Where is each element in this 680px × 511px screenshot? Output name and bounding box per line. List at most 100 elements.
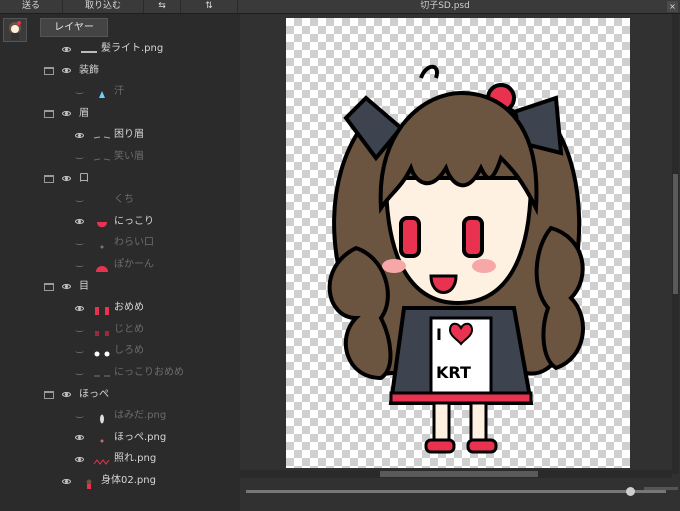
layer-thumb-icon xyxy=(86,479,92,489)
layer-label: 目 xyxy=(79,280,89,292)
swap-horizontal-button[interactable]: ⇆ xyxy=(144,0,181,13)
layer-label: ほっぺ.png xyxy=(114,431,167,443)
folder-icon[interactable] xyxy=(44,390,54,399)
shirt-text-i: I xyxy=(436,325,442,344)
eye-icon[interactable] xyxy=(62,176,71,182)
eye-icon[interactable] xyxy=(62,478,71,484)
eye-icon[interactable] xyxy=(62,392,71,398)
layer-label: くち xyxy=(114,194,134,206)
layer-label: 眉 xyxy=(79,107,89,119)
vertical-scrollbar[interactable] xyxy=(672,14,679,474)
layer-row[interactable]: おめめ xyxy=(75,297,144,319)
layer-label: 髪ライト.png xyxy=(101,43,164,54)
layer-label: ぽかーん xyxy=(114,259,154,270)
layer-label: 笑い眉 xyxy=(114,151,144,162)
layer-row[interactable]: にっこりおめめ xyxy=(75,362,184,384)
folder-icon[interactable] xyxy=(44,282,54,291)
close-button[interactable]: × xyxy=(667,1,678,12)
eye-closed-icon[interactable] xyxy=(75,155,84,159)
layer-row[interactable]: ほっぺ.png xyxy=(75,427,166,449)
file-title: 切子SD.psd xyxy=(420,1,470,11)
transparent-canvas[interactable]: I KRT xyxy=(286,18,630,468)
layer-label: 身体02.png xyxy=(101,475,156,486)
character-thumbnail-icon xyxy=(9,21,21,40)
layer-label: 汗 xyxy=(114,86,124,98)
eye-icon[interactable] xyxy=(62,284,71,290)
layer-thumb-icon xyxy=(100,245,104,249)
layer-row[interactable]: くち xyxy=(75,189,134,211)
layer-label: じとめ xyxy=(114,323,144,335)
layer-label: ほっぺ xyxy=(79,388,109,400)
import-button[interactable]: 取り込む xyxy=(63,0,144,13)
eye-closed-icon[interactable] xyxy=(75,263,84,267)
eye-icon[interactable] xyxy=(75,219,84,225)
layer-thumb-icon xyxy=(95,330,109,336)
layer-thumb-icon xyxy=(94,351,110,357)
eye-closed-icon[interactable] xyxy=(75,241,84,246)
horizontal-scroll-thumb[interactable] xyxy=(380,471,538,477)
layer-row[interactable]: 汗 xyxy=(75,81,124,103)
folder-icon[interactable] xyxy=(44,66,54,75)
eye-closed-icon[interactable] xyxy=(75,90,84,95)
layer-label: 照れ.png xyxy=(114,453,157,465)
vertical-scroll-thumb[interactable] xyxy=(673,174,678,294)
layer-row[interactable]: 髪ライト.png xyxy=(62,38,163,60)
top-toolbar: 送る 取り込む ⇆ ⇅ 切子SD.psd × xyxy=(0,0,680,14)
layer-thumb-icon xyxy=(97,221,107,228)
layer-row[interactable]: 笑い眉 xyxy=(75,146,144,168)
layer-folder-row[interactable]: 目 xyxy=(44,276,89,298)
horizontal-scrollbar[interactable] xyxy=(240,470,672,478)
layer-folder-row[interactable]: 口 xyxy=(44,168,89,190)
character-artwork: I KRT xyxy=(327,64,585,454)
zoom-slider-track-end xyxy=(644,487,678,490)
layer-row[interactable]: にっこり xyxy=(75,211,154,233)
eye-icon[interactable] xyxy=(75,456,84,462)
layer-thumb-icon xyxy=(100,414,104,424)
shirt-text-krt: KRT xyxy=(436,363,471,382)
zoom-slider[interactable] xyxy=(246,487,678,496)
layer-label: にっこりおめめ xyxy=(114,367,184,378)
folder-icon[interactable] xyxy=(44,109,54,118)
swap-vertical-button[interactable]: ⇅ xyxy=(181,0,238,13)
layer-row[interactable]: じとめ xyxy=(75,319,144,341)
layer-thumb-icon xyxy=(94,375,110,377)
eye-closed-icon[interactable] xyxy=(75,349,84,354)
layer-row[interactable]: しろめ xyxy=(75,340,144,362)
zoom-slider-knob[interactable] xyxy=(626,487,635,496)
eye-closed-icon[interactable] xyxy=(75,328,84,332)
layer-label: 装飾 xyxy=(79,64,99,76)
layer-thumb-icon xyxy=(93,136,111,139)
eye-icon[interactable] xyxy=(62,68,71,74)
eye-closed-icon[interactable] xyxy=(75,198,84,203)
layer-folder-row[interactable]: 装飾 xyxy=(44,60,99,82)
layer-thumb-icon xyxy=(93,158,111,161)
tab-layers[interactable]: レイヤー xyxy=(40,18,108,37)
eye-icon[interactable] xyxy=(75,132,84,138)
eye-closed-icon[interactable] xyxy=(75,371,84,375)
layer-thumb-icon xyxy=(81,51,97,53)
eye-icon[interactable] xyxy=(75,305,84,311)
layer-row[interactable]: 照れ.png xyxy=(75,448,156,470)
layer-label: 口 xyxy=(79,172,89,184)
layer-folder-row[interactable]: ほっぺ xyxy=(44,384,109,406)
send-button[interactable]: 送る xyxy=(0,0,63,13)
canvas-area[interactable]: I KRT xyxy=(240,14,680,511)
layer-label: しろめ xyxy=(114,345,144,357)
layer-row[interactable]: 困り眉 xyxy=(75,124,144,146)
layer-thumb-icon xyxy=(99,91,105,99)
layer-label: 困り眉 xyxy=(114,129,144,141)
layer-row[interactable]: 身体02.png xyxy=(62,470,156,492)
layer-row[interactable]: わらい口 xyxy=(75,232,154,254)
layer-folder-row[interactable]: 眉 xyxy=(44,103,89,125)
eye-closed-icon[interactable] xyxy=(75,414,84,419)
layer-thumb-icon xyxy=(93,459,110,466)
layer-panel: レイヤー 髪ライト.png 装飾汗眉困り眉笑い眉口くちにっこり わらい口ぽかーん目お… xyxy=(0,14,240,511)
layer-thumb-icon xyxy=(95,307,109,316)
eye-icon[interactable] xyxy=(75,435,84,441)
layer-row[interactable]: ぽかーん xyxy=(75,254,154,276)
eye-icon[interactable] xyxy=(62,111,71,117)
layer-row[interactable]: はみだ.png xyxy=(75,405,166,427)
folder-icon[interactable] xyxy=(44,174,54,183)
document-thumbnail[interactable] xyxy=(3,18,27,42)
eye-icon[interactable] xyxy=(62,46,71,52)
